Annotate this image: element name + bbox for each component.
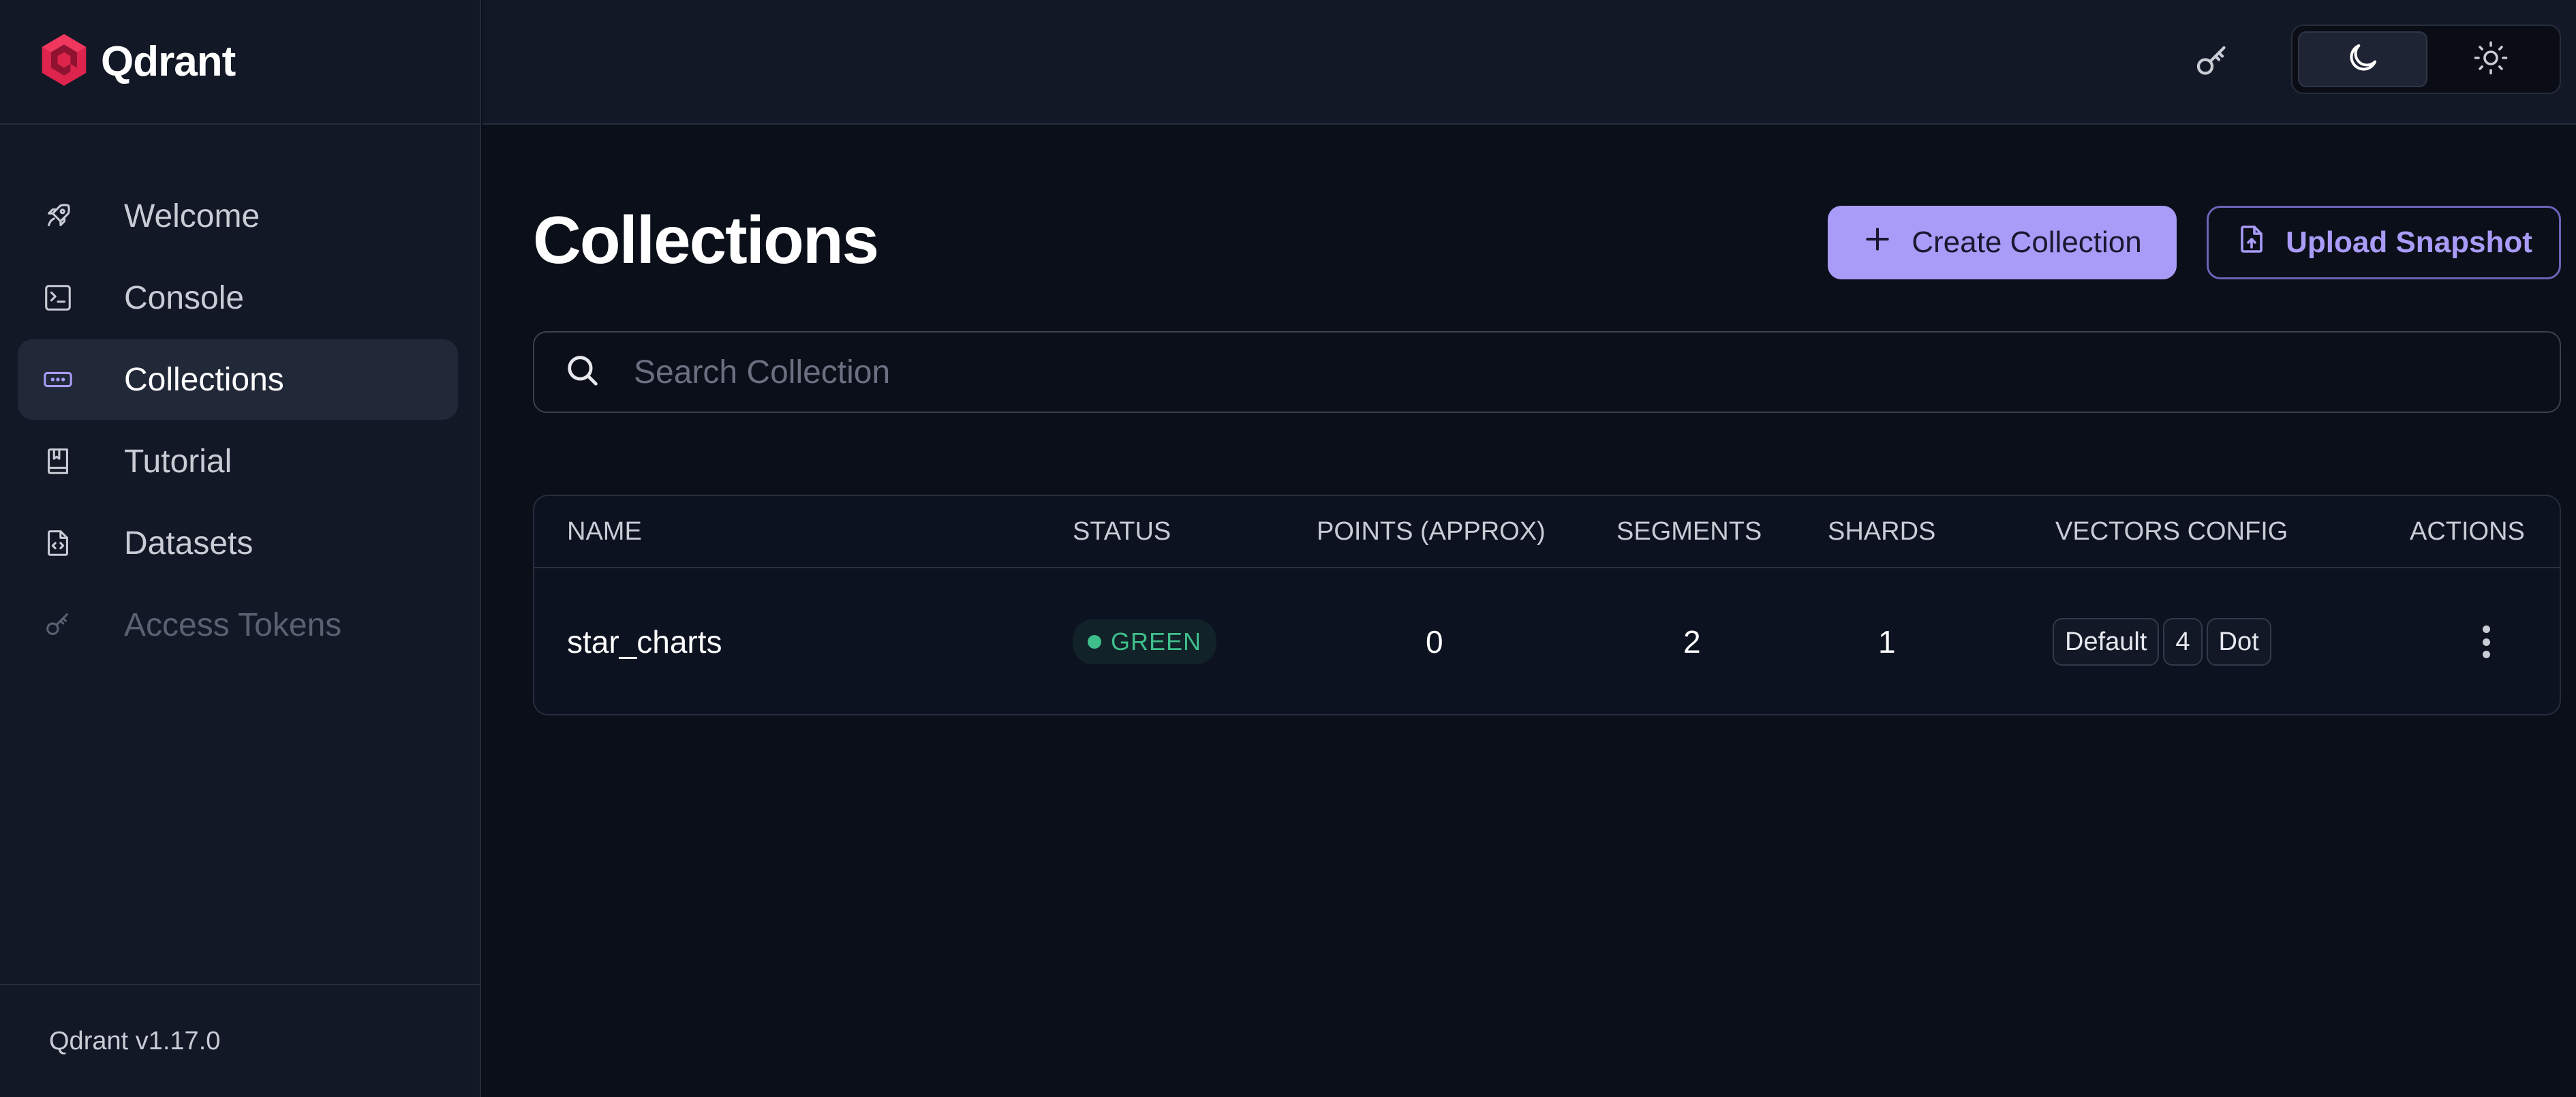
segments-count: 2: [1683, 624, 1701, 660]
vector-distance-chip: Dot: [2206, 618, 2271, 666]
qdrant-logo-icon: [38, 31, 90, 92]
sidebar-nav: Welcome Console Collections Tutorial Dat…: [18, 176, 458, 666]
light-theme-button[interactable]: [2427, 31, 2554, 87]
moon-icon: [2344, 40, 2381, 80]
create-collection-button[interactable]: Create Collection: [1828, 206, 2177, 279]
sidebar-item-label: Tutorial: [124, 443, 232, 480]
sidebar-item-collections[interactable]: Collections: [18, 339, 458, 420]
vectors-config-cell: Default 4 Dot: [2053, 568, 2275, 714]
api-key-button[interactable]: [2185, 35, 2239, 90]
collections-table: NAME STATUS POINTS (APPROX) SEGMENTS SHA…: [533, 495, 2561, 715]
points-count: 0: [1426, 624, 1443, 660]
top-bar: [482, 0, 2576, 125]
column-header-status[interactable]: STATUS: [1073, 496, 1171, 567]
more-vertical-icon: [2472, 621, 2500, 662]
sidebar-item-label: Welcome: [124, 198, 260, 234]
column-header-vectors-config[interactable]: VECTORS CONFIG: [2055, 496, 2288, 567]
sidebar-item-access-tokens[interactable]: Access Tokens: [18, 585, 458, 665]
column-header-actions: ACTIONS: [2410, 516, 2525, 546]
page-title: Collections: [533, 202, 879, 277]
key-icon: [41, 608, 75, 642]
sidebar-item-welcome[interactable]: Welcome: [18, 176, 458, 256]
file-upload-icon: [2235, 223, 2286, 263]
create-collection-label: Create Collection: [1912, 226, 2142, 259]
sidebar-item-label: Access Tokens: [124, 606, 342, 643]
upload-snapshot-button[interactable]: Upload Snapshot: [2207, 206, 2561, 279]
search-icon: [563, 351, 634, 394]
sidebar-item-label: Console: [124, 279, 245, 316]
column-header-segments[interactable]: SEGMENTS: [1616, 496, 1762, 567]
status-dot: [1088, 635, 1101, 649]
brand[interactable]: Qdrant: [0, 0, 480, 125]
sidebar-item-tutorial[interactable]: Tutorial: [18, 421, 458, 501]
terminal-icon: [41, 281, 75, 315]
upload-snapshot-label: Upload Snapshot: [2286, 226, 2532, 259]
sidebar-item-label: Datasets: [124, 525, 254, 561]
status-cell: GREEN: [1073, 568, 1217, 714]
vector-size-chip: 4: [2163, 618, 2203, 666]
status-label: GREEN: [1111, 628, 1202, 655]
table-header: NAME STATUS POINTS (APPROX) SEGMENTS SHA…: [534, 496, 2560, 568]
column-header-points[interactable]: POINTS (APPROX): [1317, 496, 1546, 567]
file-code-icon: [41, 526, 75, 560]
column-header-name[interactable]: NAME: [567, 496, 642, 567]
version-label: Qdrant v1.17.0: [0, 984, 480, 1097]
search-input[interactable]: [634, 353, 2474, 391]
theme-toggle: [2291, 25, 2561, 94]
book-icon: [41, 444, 75, 478]
sidebar-item-datasets[interactable]: Datasets: [18, 503, 458, 583]
sidebar-item-label: Collections: [124, 361, 284, 398]
sidebar-item-console[interactable]: Console: [18, 258, 458, 338]
row-actions-button[interactable]: [2472, 568, 2500, 714]
brand-name: Qdrant: [101, 38, 236, 85]
table-row[interactable]: star_charts GREEN 0 2 1 Default 4 Dot: [534, 568, 2560, 714]
vector-name-chip: Default: [2053, 618, 2160, 666]
status-badge: GREEN: [1073, 619, 1217, 664]
sun-icon: [2472, 40, 2509, 80]
collection-name[interactable]: star_charts: [567, 568, 722, 714]
plus-icon: [1862, 224, 1912, 262]
shards-count: 1: [1878, 624, 1896, 660]
sidebar: Qdrant Welcome Console Collections Tutor…: [0, 0, 481, 1097]
collections-icon: [41, 362, 75, 397]
column-header-shards[interactable]: SHARDS: [1828, 496, 1935, 567]
search-bar: [533, 331, 2561, 413]
dark-theme-button[interactable]: [2298, 31, 2427, 87]
rocket-icon: [41, 199, 75, 233]
key-icon: [2192, 41, 2233, 85]
